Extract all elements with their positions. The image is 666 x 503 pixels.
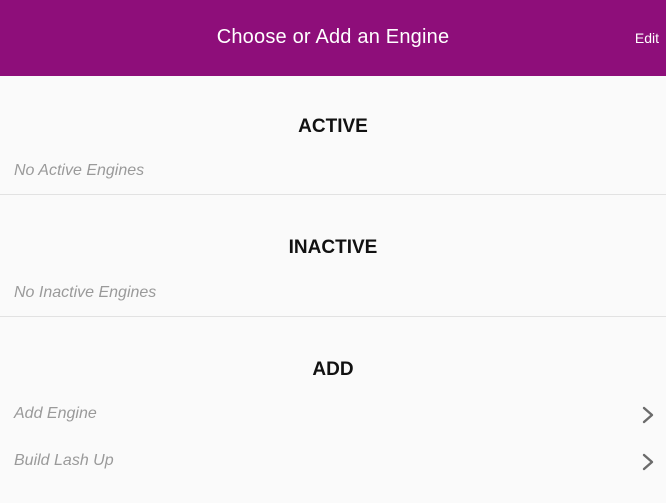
- chevron-right-icon: [642, 406, 654, 424]
- section-header-add: ADD: [312, 359, 354, 380]
- no-active-engines-text: No Active Engines: [14, 162, 145, 179]
- edit-button[interactable]: Edit: [635, 30, 659, 46]
- chevron-right-icon: [642, 453, 654, 471]
- no-inactive-engines-text: No Inactive Engines: [14, 284, 157, 301]
- add-engine-row[interactable]: Add Engine: [0, 393, 666, 437]
- section-header-inactive: INACTIVE: [288, 237, 378, 258]
- navigation-bar: Choose or Add an Engine Edit: [0, 0, 666, 76]
- section-divider: [0, 194, 666, 195]
- build-lash-up-row[interactable]: Build Lash Up: [0, 440, 666, 484]
- build-lash-up-label: Build Lash Up: [14, 452, 114, 469]
- section-divider: [0, 316, 666, 317]
- section-header-active: ACTIVE: [298, 116, 368, 137]
- page-title: Choose or Add an Engine: [216, 26, 450, 48]
- engine-chooser-screen: Choose or Add an Engine Edit ACTIVE No A…: [0, 0, 666, 503]
- add-engine-label: Add Engine: [14, 405, 97, 422]
